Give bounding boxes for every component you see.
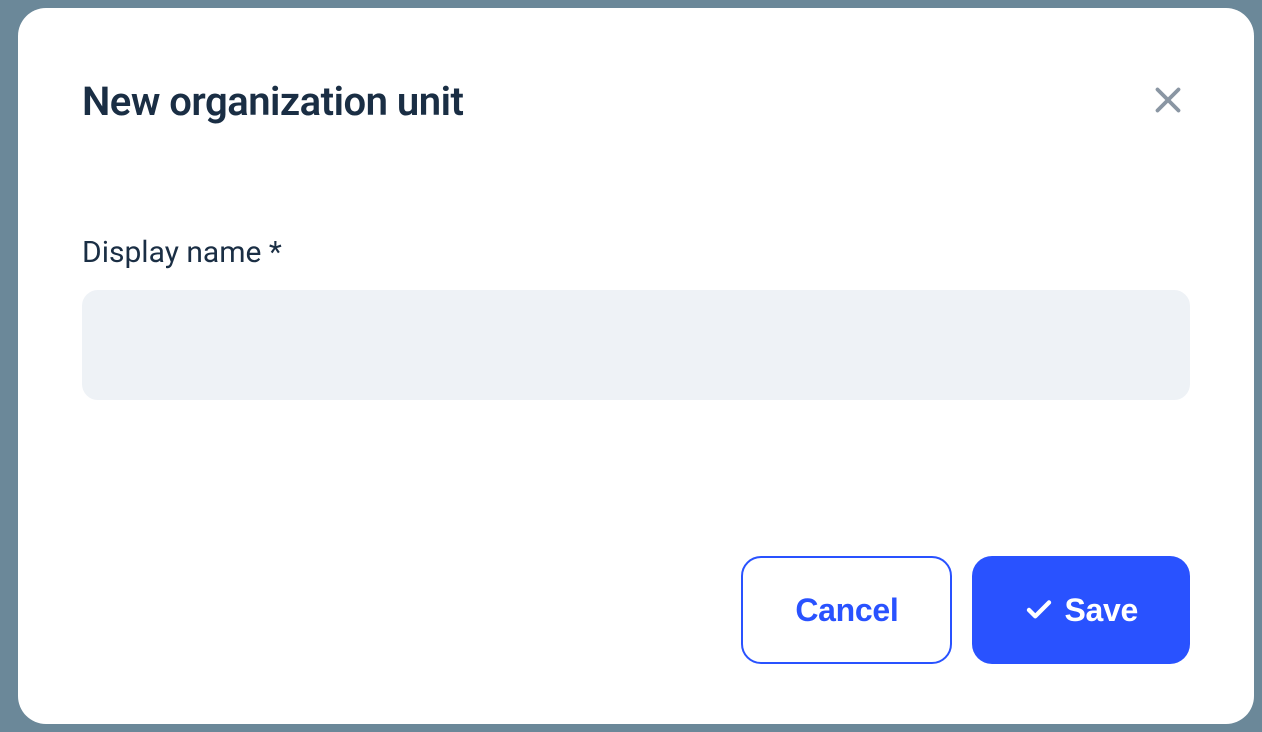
cancel-button-label: Cancel xyxy=(795,592,898,629)
new-organization-unit-modal: New organization unit Display name * Can… xyxy=(18,8,1254,724)
close-icon xyxy=(1150,82,1186,118)
check-icon xyxy=(1024,595,1054,625)
save-button-label: Save xyxy=(1064,592,1138,629)
display-name-label: Display name * xyxy=(82,235,1190,270)
display-name-input[interactable] xyxy=(82,290,1190,400)
cancel-button[interactable]: Cancel xyxy=(741,556,952,664)
close-button[interactable] xyxy=(1146,78,1190,122)
modal-header: New organization unit xyxy=(82,78,1190,125)
modal-title: New organization unit xyxy=(82,78,463,125)
modal-footer: Cancel Save xyxy=(82,556,1190,664)
display-name-group: Display name * xyxy=(82,235,1190,400)
save-button[interactable]: Save xyxy=(972,556,1190,664)
